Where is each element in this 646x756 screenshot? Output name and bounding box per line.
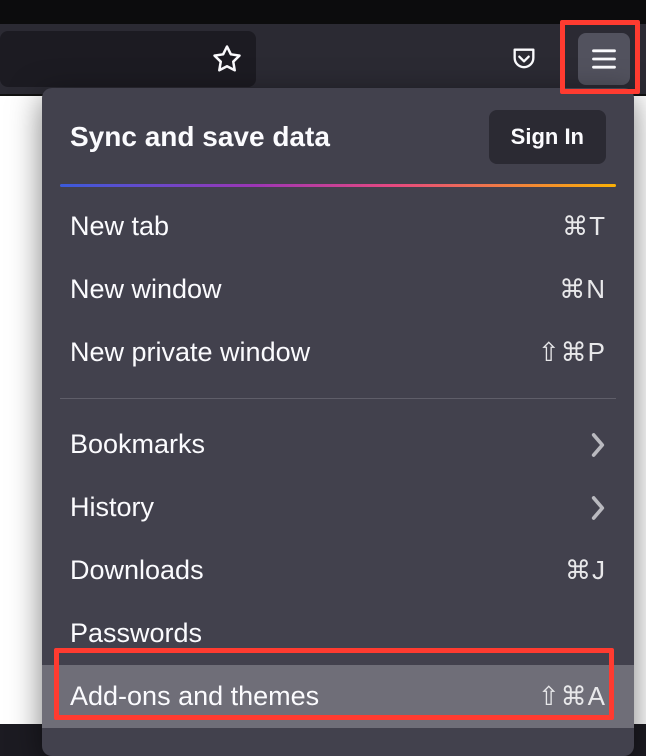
pocket-icon[interactable] [498, 33, 550, 85]
menu-section-2: Bookmarks History Downloads ⌘J Passwords… [42, 405, 634, 736]
menu-item-downloads[interactable]: Downloads ⌘J [42, 539, 634, 602]
menu-item-new-window[interactable]: New window ⌘N [42, 258, 634, 321]
sync-title: Sync and save data [70, 121, 330, 153]
menu-item-new-tab[interactable]: New tab ⌘T [42, 195, 634, 258]
url-bar[interactable] [0, 31, 256, 87]
menu-item-label: Bookmarks [70, 429, 205, 460]
bookmark-star-icon[interactable] [212, 44, 242, 74]
menu-item-shortcut: ⌘T [562, 211, 606, 242]
navigation-toolbar [0, 24, 646, 96]
chevron-right-icon [590, 432, 606, 458]
menu-item-label: New window [70, 274, 222, 305]
menu-item-label: Passwords [70, 618, 202, 649]
menu-item-label: Downloads [70, 555, 204, 586]
menu-item-label: New private window [70, 337, 310, 368]
app-menu-button[interactable] [578, 33, 630, 85]
menu-section-1: New tab ⌘T New window ⌘N New private win… [42, 187, 634, 392]
menu-item-shortcut: ⇧⌘A [538, 681, 606, 712]
sign-in-button[interactable]: Sign In [489, 110, 606, 164]
menu-item-label: Add-ons and themes [70, 681, 319, 712]
tab-strip [0, 0, 646, 24]
menu-item-new-private-window[interactable]: New private window ⇧⌘P [42, 321, 634, 384]
menu-item-shortcut: ⌘N [559, 274, 606, 305]
menu-item-shortcut: ⌘J [565, 555, 606, 586]
menu-divider [60, 398, 616, 399]
menu-item-label: History [70, 492, 154, 523]
chevron-right-icon [590, 495, 606, 521]
menu-item-label: New tab [70, 211, 169, 242]
menu-item-history[interactable]: History [42, 476, 634, 539]
menu-item-passwords[interactable]: Passwords [42, 602, 634, 665]
menu-item-addons-themes[interactable]: Add-ons and themes ⇧⌘A [42, 665, 634, 728]
sync-row: Sync and save data Sign In [42, 88, 634, 184]
menu-item-bookmarks[interactable]: Bookmarks [42, 413, 634, 476]
app-menu-dropdown: Sync and save data Sign In New tab ⌘T Ne… [42, 88, 634, 756]
menu-item-shortcut: ⇧⌘P [538, 337, 606, 368]
